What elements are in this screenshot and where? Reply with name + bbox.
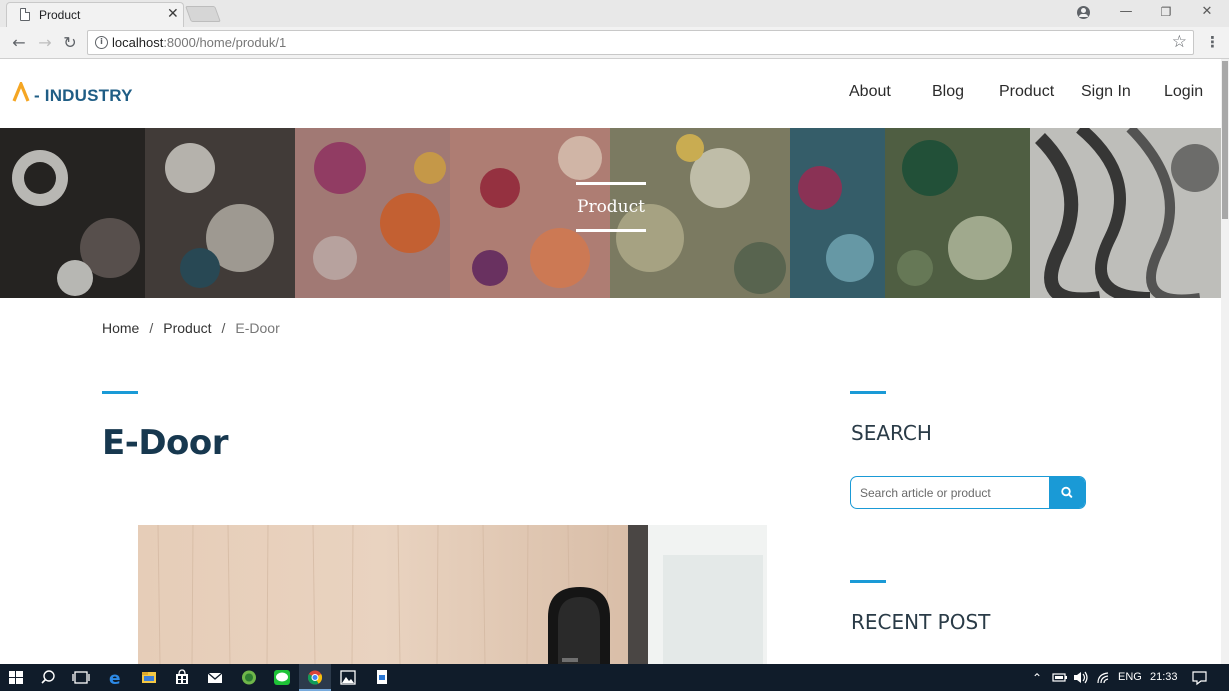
close-window-button[interactable]: ✕ bbox=[1185, 2, 1229, 24]
logo-text[interactable]: - INDUSTRY bbox=[34, 86, 133, 106]
document-app[interactable] bbox=[366, 664, 398, 691]
svg-text:e: e bbox=[109, 669, 121, 689]
search-accent-line bbox=[850, 391, 886, 394]
document-icon bbox=[377, 670, 387, 684]
line-app[interactable] bbox=[266, 664, 298, 691]
url-host: localhost bbox=[112, 35, 164, 50]
breadcrumb-home[interactable]: Home bbox=[102, 320, 139, 336]
edge-app[interactable]: e bbox=[100, 664, 132, 691]
browser-chrome: Product ✕ — ❐ ✕ ← → ↻ i localhost:8000/h… bbox=[0, 0, 1229, 59]
search-heading: SEARCH bbox=[851, 421, 932, 445]
scrollbar-thumb[interactable] bbox=[1222, 61, 1228, 219]
banner-title: Product bbox=[577, 197, 645, 217]
chrome-app[interactable] bbox=[299, 664, 331, 691]
nav-sign-in[interactable]: Sign In bbox=[1081, 83, 1131, 101]
restore-button[interactable]: ❐ bbox=[1144, 2, 1188, 24]
recent-accent-line bbox=[850, 580, 886, 583]
language-indicator[interactable]: ENG bbox=[1118, 671, 1142, 683]
banner-title-block: Product bbox=[576, 182, 646, 232]
page-scrollbar[interactable] bbox=[1221, 59, 1229, 664]
minimize-button[interactable]: — bbox=[1104, 2, 1148, 24]
tray-chevron-icon[interactable]: ⌃ bbox=[1032, 671, 1042, 685]
info-icon[interactable]: i bbox=[95, 36, 108, 49]
taskbar: e ⌃ ENG 21:33 bbox=[0, 664, 1229, 691]
browser-toolbar: ← → ↻ i localhost:8000/home/produk/1 ☆ ⋮ bbox=[0, 27, 1229, 59]
start-button[interactable] bbox=[0, 664, 32, 691]
product-image bbox=[138, 525, 767, 664]
chrome-icon bbox=[307, 670, 323, 685]
breadcrumb: Home / Product / E-Door bbox=[102, 320, 280, 336]
product-title: E-Door bbox=[102, 423, 229, 463]
battery-icon[interactable] bbox=[1052, 671, 1068, 684]
reload-button[interactable]: ↻ bbox=[60, 33, 80, 53]
site-header: - INDUSTRY About Blog Product Sign In Lo… bbox=[0, 59, 1221, 128]
nav-blog[interactable]: Blog bbox=[932, 83, 964, 101]
bookmark-star-icon[interactable]: ☆ bbox=[1172, 32, 1187, 52]
globe-icon bbox=[242, 670, 256, 685]
task-view-button[interactable] bbox=[65, 664, 97, 691]
photos-app[interactable] bbox=[332, 664, 364, 691]
search-input[interactable] bbox=[851, 477, 1050, 508]
page-banner: Product bbox=[0, 128, 1221, 298]
page-icon bbox=[20, 8, 30, 21]
folder-icon bbox=[142, 672, 156, 683]
title-accent-line bbox=[102, 391, 138, 394]
recent-post-heading: RECENT POST bbox=[851, 610, 991, 634]
nav-login[interactable]: Login bbox=[1164, 83, 1203, 101]
back-button[interactable]: ← bbox=[9, 33, 29, 53]
file-explorer-app[interactable] bbox=[133, 664, 165, 691]
close-tab-icon[interactable]: ✕ bbox=[167, 6, 179, 22]
notifications-icon[interactable] bbox=[1191, 670, 1209, 686]
photo-icon bbox=[340, 670, 356, 685]
tab-title: Product bbox=[39, 8, 81, 22]
forward-button[interactable]: → bbox=[35, 33, 55, 53]
profile-icon[interactable] bbox=[1077, 6, 1090, 19]
mail-icon bbox=[207, 672, 223, 683]
search-taskbar-button[interactable] bbox=[32, 664, 64, 691]
url-text[interactable]: localhost:8000/home/produk/1 bbox=[112, 35, 286, 50]
logo-mark-icon[interactable] bbox=[12, 82, 30, 102]
volume-icon[interactable] bbox=[1072, 670, 1090, 685]
windows-logo-icon bbox=[9, 671, 23, 684]
browser-app-green[interactable] bbox=[233, 664, 265, 691]
breadcrumb-current: E-Door bbox=[235, 320, 280, 336]
breadcrumb-separator: / bbox=[149, 320, 154, 336]
breadcrumb-separator: / bbox=[221, 320, 226, 336]
nav-about[interactable]: About bbox=[849, 83, 891, 101]
search-form bbox=[850, 476, 1086, 509]
store-icon bbox=[176, 669, 188, 684]
new-tab-button[interactable] bbox=[185, 6, 221, 22]
address-bar[interactable]: i localhost:8000/home/produk/1 ☆ bbox=[87, 30, 1194, 55]
nav-product[interactable]: Product bbox=[999, 83, 1054, 101]
store-app[interactable] bbox=[166, 664, 198, 691]
door-lock-image bbox=[138, 525, 767, 664]
clock[interactable]: 21:33 bbox=[1150, 671, 1178, 683]
banner-bottom-rule bbox=[576, 229, 646, 232]
url-path: :8000/home/produk/1 bbox=[163, 35, 287, 50]
task-view-icon bbox=[72, 671, 90, 684]
mail-app[interactable] bbox=[199, 664, 231, 691]
search-button[interactable] bbox=[1049, 477, 1085, 508]
browser-menu-icon[interactable]: ⋮ bbox=[1205, 33, 1220, 51]
browser-tab[interactable]: Product ✕ bbox=[6, 2, 184, 27]
magnifier-icon bbox=[41, 670, 55, 684]
chat-icon bbox=[274, 670, 290, 685]
web-page: - INDUSTRY About Blog Product Sign In Lo… bbox=[0, 59, 1229, 664]
breadcrumb-product[interactable]: Product bbox=[163, 320, 211, 336]
wifi-icon[interactable] bbox=[1096, 670, 1112, 685]
edge-icon: e bbox=[109, 669, 121, 689]
tab-strip: Product ✕ — ❐ ✕ bbox=[0, 0, 1229, 27]
search-icon bbox=[1061, 486, 1073, 498]
